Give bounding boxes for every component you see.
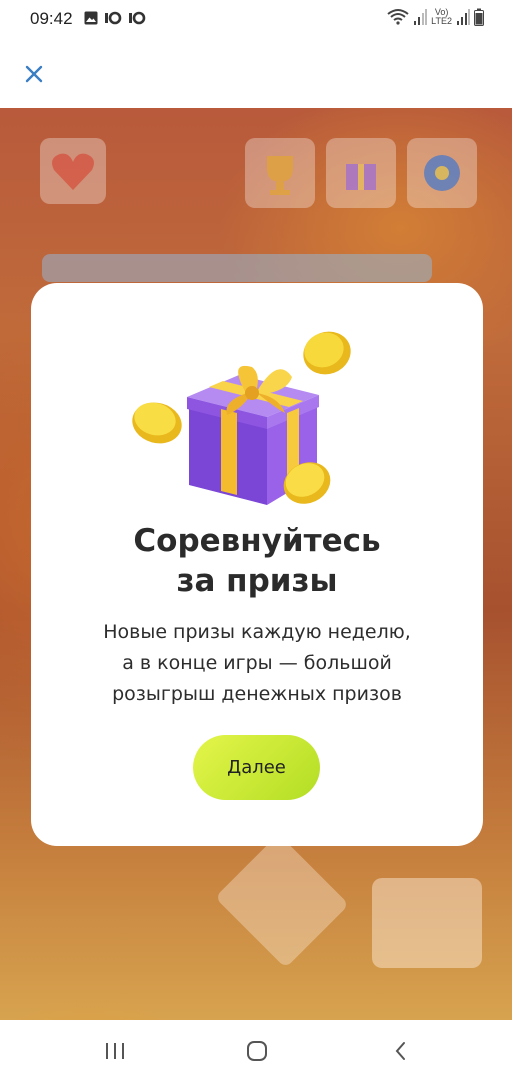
modal-title: Соревнуйтесь за призы [133,523,381,599]
heart-tile [40,138,106,204]
heart-icon [52,153,94,190]
trophy-tile [245,138,315,208]
status-right-icons: Vo) LTE2 [387,8,484,26]
battery-icon [474,8,484,26]
background-card [214,833,350,969]
close-icon[interactable] [22,62,46,86]
app-notification-icon [105,11,122,25]
system-nav-bar [0,1020,512,1080]
prize-modal: Соревнуйтесь за призы Новые призы каждую… [31,283,483,846]
badge-tile [407,138,477,208]
trophy-icon [267,156,293,195]
home-icon[interactable] [244,1038,270,1064]
progress-bar-blurred [42,254,432,282]
wifi-icon [387,9,409,25]
gift-tile [326,138,396,208]
back-icon[interactable] [388,1038,414,1064]
gift-icon [346,164,376,190]
signal-icon [457,9,470,25]
status-time: 09:42 [30,9,73,28]
signal-icon [414,9,428,25]
status-left-icons [84,11,146,25]
image-icon [84,11,98,25]
background-card [372,878,482,968]
recent-apps-icon[interactable] [102,1038,128,1064]
status-bar: 09:42 Vo) LTE2 [0,0,512,38]
top-bar [0,38,512,108]
network-label-bottom: LTE2 [431,16,452,26]
badge-icon [424,155,460,191]
next-button[interactable]: Далее [193,735,320,800]
app-notification-icon [129,11,146,25]
modal-description: Новые призы каждую неделю, а в конце игр… [103,621,411,705]
gift-with-coins-icon [132,331,351,505]
volte-lte2-icon: Vo) LTE2 [431,8,452,26]
